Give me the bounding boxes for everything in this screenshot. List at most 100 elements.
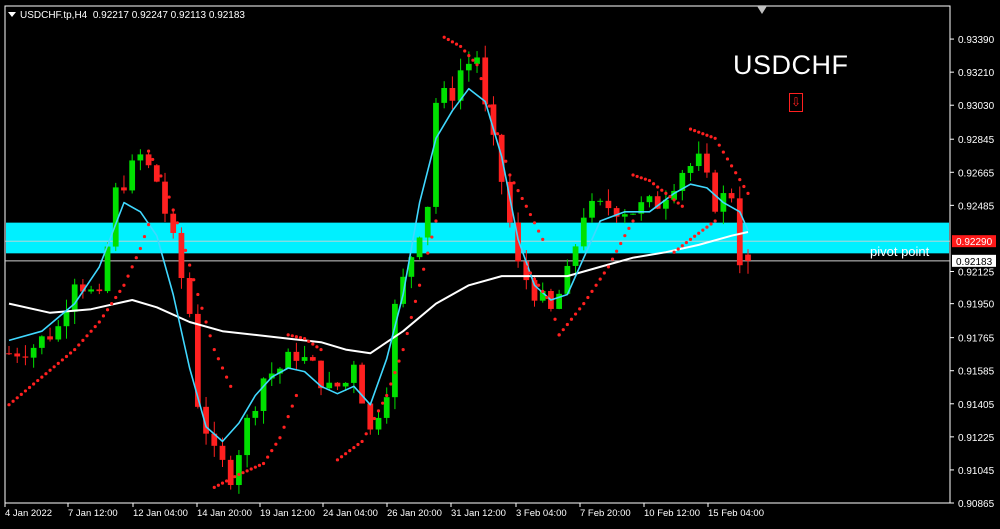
sar-dot <box>684 240 689 245</box>
fast-moving-average <box>8 87 749 443</box>
sar-dot <box>697 231 701 235</box>
sar-dot <box>450 40 454 44</box>
candle-body <box>71 284 78 312</box>
sar-dot <box>364 432 368 436</box>
sar-dot <box>693 129 697 133</box>
y-tick-label: 0.91225 <box>958 433 995 444</box>
sar-dot <box>573 312 578 316</box>
candle-body <box>424 206 431 238</box>
sar-dot <box>541 237 545 241</box>
sar-dot <box>241 471 245 475</box>
candle <box>162 172 168 223</box>
sar-dot <box>709 222 713 226</box>
candle-body <box>96 289 103 292</box>
candle <box>293 342 300 370</box>
candle <box>441 81 448 109</box>
dropdown-triangle-icon[interactable] <box>8 12 16 17</box>
candle <box>285 348 292 369</box>
sar-dot <box>557 333 561 337</box>
sar-dot <box>561 328 565 332</box>
sar-dot <box>81 338 85 342</box>
sar-dot <box>44 372 48 376</box>
candle <box>695 141 702 171</box>
candle-body <box>474 57 480 64</box>
sar-dot <box>688 127 693 131</box>
candle-body <box>252 410 259 418</box>
candle <box>121 175 127 194</box>
y-tick-label: 0.91950 <box>958 300 995 311</box>
sar-dot <box>68 351 73 355</box>
sar-dot <box>504 159 508 163</box>
sar-dot <box>233 475 237 479</box>
sar-dot <box>220 481 225 485</box>
sar-dot <box>565 322 569 327</box>
sar-dot <box>701 132 705 136</box>
sar-dot <box>442 35 446 39</box>
candle <box>383 387 390 424</box>
sar-dot <box>253 465 257 469</box>
candle-body <box>88 289 94 292</box>
sar-dot <box>405 331 409 336</box>
chart-window[interactable]: 0.93390 0.93210 0.93030 0.92845 0.92665 0.924… <box>0 0 1000 529</box>
sar-dot <box>183 248 188 252</box>
x-tick-label: 3 Feb 04:00 <box>516 508 567 519</box>
candle-body <box>14 353 21 357</box>
sar-dot <box>512 181 516 185</box>
sar-dot <box>286 415 290 419</box>
candle <box>96 283 103 295</box>
sar-dot <box>721 150 725 154</box>
y-tick-label: 0.93030 <box>958 101 995 112</box>
sar-dot <box>126 274 130 278</box>
sar-dot <box>294 393 298 398</box>
sar-dot <box>372 416 376 421</box>
sar-dot <box>705 225 709 229</box>
shift-marker-icon[interactable] <box>757 6 767 14</box>
price-chart[interactable]: 0.93390 0.93210 0.93030 0.92845 0.92665 0.924… <box>0 0 1000 529</box>
sar-dot <box>220 366 225 370</box>
sar-dot <box>208 334 212 338</box>
sar-dot <box>52 365 56 369</box>
candle <box>129 154 136 194</box>
sar-dot <box>335 458 340 462</box>
sar-dot <box>619 241 623 246</box>
sar-dot <box>610 257 615 261</box>
candle <box>326 371 333 391</box>
candle-body <box>227 459 234 486</box>
sar-dot <box>85 334 89 338</box>
candle-body <box>334 382 341 387</box>
candle <box>14 347 21 363</box>
sar-dot <box>459 44 463 49</box>
sar-dot <box>192 278 196 282</box>
sar-dot <box>48 368 52 372</box>
sar-dot <box>282 425 286 429</box>
candle-body <box>145 154 152 166</box>
sar-dot <box>200 306 204 310</box>
bid-price-badge: 0.92183 <box>952 254 996 268</box>
y-tick-label: 0.93390 <box>958 35 995 46</box>
y-tick-label: 0.92125 <box>958 267 995 278</box>
candle <box>30 344 37 368</box>
candle-body <box>104 246 111 292</box>
candle <box>334 382 341 391</box>
sar-dot <box>315 345 319 349</box>
sar-dot <box>672 250 676 254</box>
sar-dot <box>639 176 643 180</box>
sar-dot <box>352 445 356 450</box>
candle <box>679 169 686 201</box>
sar-dot <box>545 295 549 300</box>
sar-dot <box>590 289 594 293</box>
sar-dot <box>676 247 680 251</box>
candle <box>556 289 563 310</box>
sar-dot <box>701 228 705 232</box>
sar-dot <box>278 436 282 440</box>
candle-body <box>244 417 250 456</box>
sar-dot <box>615 249 619 253</box>
y-axis: 0.93390 0.93210 0.93030 0.92845 0.92665 0.924… <box>950 35 995 510</box>
candle-body <box>121 187 127 191</box>
candle <box>301 345 308 364</box>
sar-dot <box>77 343 81 347</box>
sar-dot <box>647 178 652 183</box>
candle <box>88 285 94 294</box>
candle <box>728 188 735 203</box>
candle-body <box>589 200 595 218</box>
